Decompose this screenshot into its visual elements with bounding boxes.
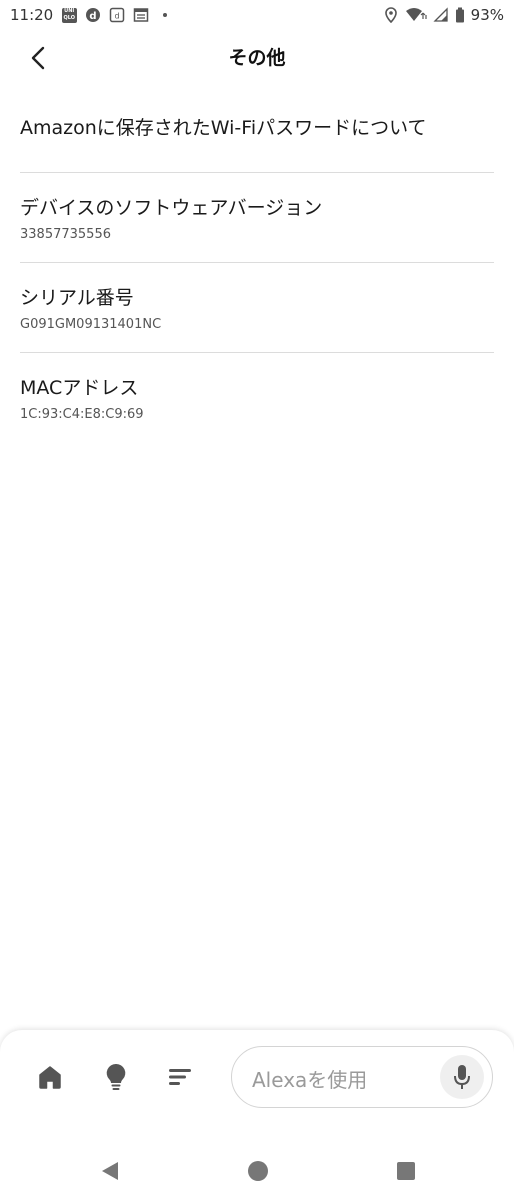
bottom-nav: Alexaを使用 (0, 1030, 514, 1142)
back-triangle-icon (102, 1162, 118, 1180)
list-item-software-version[interactable]: デバイスのソフトウェアバージョン 33857735556 (20, 173, 494, 263)
item-value: 1C:93:C4:E8:C9:69 (20, 407, 144, 422)
settings-list: Amazonに保存されたWi-Fiパスワードについて デバイスのソフトウェアバー… (20, 84, 494, 443)
item-title: MACアドレス (20, 377, 139, 399)
home-circle-icon (248, 1161, 268, 1181)
microphone-button[interactable] (440, 1055, 484, 1099)
discover-nav-button[interactable] (99, 1060, 133, 1094)
list-item-serial-number[interactable]: シリアル番号 G091GM09131401NC (20, 263, 494, 353)
item-title: デバイスのソフトウェアバージョン (20, 197, 323, 219)
activity-nav-button[interactable] (163, 1060, 197, 1094)
list-icon (169, 1069, 191, 1085)
svg-text:d: d (90, 11, 97, 22)
page-title: その他 (228, 47, 286, 69)
app-header: その他 (0, 30, 514, 84)
status-bar: 11:20 UNI QLO d d 93% (0, 0, 514, 30)
signal-icon (433, 7, 449, 23)
recents-square-icon (397, 1162, 415, 1180)
d-icon: d (85, 7, 101, 23)
uniqlo-icon: UNI QLO (61, 7, 77, 23)
battery-percentage: 93% (470, 6, 504, 24)
location-icon (383, 7, 399, 23)
home-nav-button[interactable] (33, 1060, 67, 1094)
item-value: G091GM09131401NC (20, 317, 162, 332)
alexa-input[interactable]: Alexaを使用 (231, 1046, 493, 1108)
system-nav-bar (0, 1142, 514, 1200)
d-square-icon: d (109, 7, 125, 23)
system-home-button[interactable] (245, 1158, 271, 1184)
item-title: シリアル番号 (20, 287, 134, 309)
wifi-icon (405, 7, 427, 23)
alexa-placeholder: Alexaを使用 (252, 1068, 368, 1092)
list-item-mac-address[interactable]: MACアドレス 1C:93:C4:E8:C9:69 (20, 353, 494, 443)
list-item-wifi-password[interactable]: Amazonに保存されたWi-Fiパスワードについて (20, 84, 494, 173)
item-title: Amazonに保存されたWi-Fiパスワードについて (20, 117, 427, 139)
lightbulb-icon (106, 1063, 126, 1090)
dot-icon (163, 13, 168, 17)
battery-icon (455, 7, 465, 23)
news-icon (133, 7, 149, 23)
system-recents-button[interactable] (393, 1158, 419, 1184)
item-value: 33857735556 (20, 227, 111, 242)
home-icon (39, 1066, 61, 1089)
system-back-button[interactable] (97, 1158, 123, 1184)
status-time: 11:20 (10, 6, 54, 24)
svg-text:d: d (115, 12, 120, 21)
microphone-icon (454, 1065, 470, 1089)
